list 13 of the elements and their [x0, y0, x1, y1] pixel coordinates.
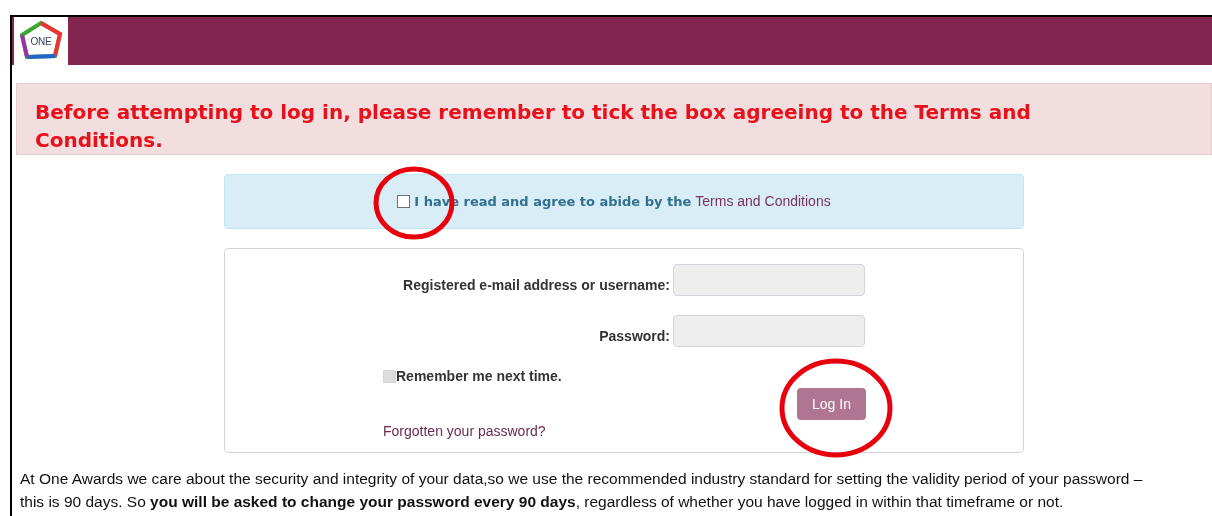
login-button[interactable]: Log In	[797, 388, 866, 420]
alert-message: Before attempting to log in, please remember to tick the box agreeing to the Terms and Conditions.	[35, 99, 1032, 154]
terms-link[interactable]: Terms and Conditions	[695, 191, 831, 212]
text-field[interactable]	[673, 314, 865, 347]
security-notice: At One Awards we care about the security and integrity of your data,so we use the recommended industry standard for setting the validity period of your password – this is 90 days. So you will be asked to change your password every 90 days, regardless of whether you have logged in within that timeframe or not.	[20, 469, 1144, 512]
logo: ONE	[14, 17, 68, 65]
field-label: Password:	[599, 327, 670, 346]
remember-label: Remember me next time.	[396, 367, 562, 386]
field-label: Registered e-mail address or username:	[403, 276, 670, 295]
forgot-password-link[interactable]: Forgotten your password?	[383, 421, 546, 442]
remember-checkbox[interactable]	[383, 370, 396, 383]
text-field[interactable]	[673, 263, 865, 296]
terms-checkbox[interactable]	[397, 195, 411, 208]
